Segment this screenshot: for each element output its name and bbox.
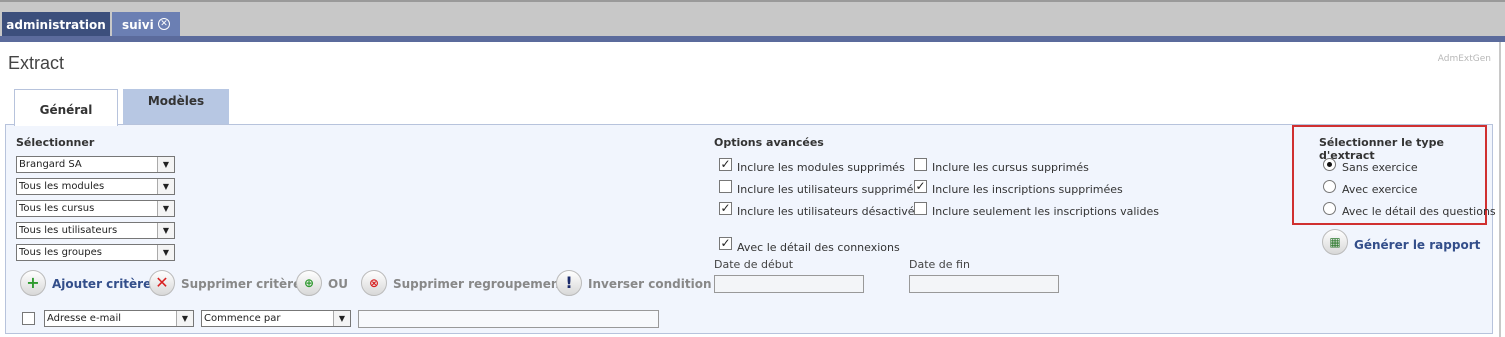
opt-label-3: Inclure les cursus supprimés <box>932 161 1089 174</box>
add-criterion-icon[interactable]: + <box>20 270 46 296</box>
page-title: Extract <box>8 53 65 73</box>
chevron-down-icon: ▼ <box>157 157 174 172</box>
close-icon[interactable]: ✕ <box>158 18 170 30</box>
chevron-down-icon: ▼ <box>176 311 193 326</box>
page-code: AdmExtGen <box>1437 54 1491 64</box>
excel-report-icon[interactable]: ▦ <box>1322 229 1348 255</box>
opt-label-5: Inclure seulement les inscriptions valid… <box>932 205 1159 218</box>
page: Extract AdmExtGen Général Modèles Sélect… <box>0 42 1505 337</box>
tab-general[interactable]: Général <box>14 89 118 126</box>
add-criterion-button[interactable]: Ajouter critère <box>52 277 151 291</box>
cursus-select-value: Tous les cursus <box>19 203 95 214</box>
chevron-down-icon: ▼ <box>157 245 174 260</box>
start-date-label: Date de début <box>714 258 794 271</box>
delete-criterion-icon[interactable]: ✕ <box>149 270 175 296</box>
delete-group-button[interactable]: Supprimer regroupement <box>393 277 565 291</box>
company-select[interactable]: Brangard SA ▼ <box>16 156 175 173</box>
criterion-operator-select[interactable]: Commence par ▼ <box>201 310 351 327</box>
invert-icon[interactable]: ! <box>556 270 582 296</box>
opt-label-0: Inclure les modules supprimés <box>737 161 905 174</box>
delete-group-icon[interactable]: ⊗ <box>361 270 387 296</box>
criterion-field-value: Adresse e-mail <box>47 313 121 324</box>
end-date-label: Date de fin <box>909 258 970 271</box>
opt-label-4: Inclure les inscriptions supprimées <box>932 183 1123 196</box>
select-section-label: Sélectionner <box>16 136 95 149</box>
opt-checkbox-2[interactable]: ✓ <box>719 202 732 215</box>
end-date-input[interactable] <box>909 275 1059 293</box>
criterion-field-select[interactable]: Adresse e-mail ▼ <box>44 310 194 327</box>
groups-select[interactable]: Tous les groupes ▼ <box>16 244 175 261</box>
radio-label-1: Avec exercice <box>1342 183 1418 196</box>
filter-panel: Sélectionner Brangard SA ▼ Tous les modul… <box>5 124 1496 334</box>
delete-criterion-button[interactable]: Supprimer critère <box>181 277 301 291</box>
opt-label-1: Inclure les utilisateurs supprimés <box>737 183 920 196</box>
invert-condition-button[interactable]: Inverser condition <box>588 277 712 291</box>
opt-checkbox-0[interactable]: ✓ <box>719 158 732 171</box>
chevron-down-icon: ▼ <box>157 179 174 194</box>
radio-sans-exercice[interactable] <box>1323 158 1336 171</box>
extract-type-label: Sélectionner le type d'extract <box>1319 136 1444 162</box>
criterion-operator-value: Commence par <box>204 313 281 324</box>
chevron-down-icon: ▼ <box>157 201 174 216</box>
users-select-value: Tous les utilisateurs <box>19 225 118 236</box>
company-select-value: Brangard SA <box>19 159 82 170</box>
chevron-down-icon: ▼ <box>157 223 174 238</box>
criterion-checkbox[interactable] <box>22 312 35 325</box>
or-group-icon[interactable]: ⊕ <box>296 270 322 296</box>
generate-report-button[interactable]: Générer le rapport <box>1354 238 1480 252</box>
cursus-select[interactable]: Tous les cursus ▼ <box>16 200 175 217</box>
radio-label-2: Avec le détail des questions <box>1342 205 1496 218</box>
tab-suivi-label: suivi <box>122 18 154 32</box>
opt-checkbox-1[interactable] <box>719 180 732 193</box>
chevron-down-icon: ▼ <box>333 311 350 326</box>
modules-select-value: Tous les modules <box>19 181 105 192</box>
or-button[interactable]: OU <box>328 277 348 291</box>
opt-checkbox-5[interactable] <box>914 202 927 215</box>
tab-administration[interactable]: administration <box>2 12 110 38</box>
advanced-options-label: Options avancées <box>714 136 824 149</box>
radio-detail-questions[interactable] <box>1323 202 1336 215</box>
opt-checkbox-3[interactable] <box>914 158 927 171</box>
groups-select-value: Tous les groupes <box>19 247 102 258</box>
users-select[interactable]: Tous les utilisateurs ▼ <box>16 222 175 239</box>
start-date-input[interactable] <box>714 275 864 293</box>
opt-checkbox-4[interactable]: ✓ <box>914 180 927 193</box>
detail-connexions-checkbox[interactable]: ✓ <box>719 237 732 250</box>
radio-label-0: Sans exercice <box>1342 161 1418 174</box>
modules-select[interactable]: Tous les modules ▼ <box>16 178 175 195</box>
top-tab-bar: administration suivi ✕ <box>0 0 1505 38</box>
opt-label-2: Inclure les utilisateurs désactivés <box>737 205 921 218</box>
tab-modeles[interactable]: Modèles <box>123 89 229 124</box>
radio-avec-exercice[interactable] <box>1323 180 1336 193</box>
criterion-value-input[interactable] <box>358 310 659 328</box>
tab-suivi[interactable]: suivi ✕ <box>112 12 180 38</box>
right-divider <box>1499 42 1501 337</box>
detail-connexions-label: Avec le détail des connexions <box>737 241 900 254</box>
